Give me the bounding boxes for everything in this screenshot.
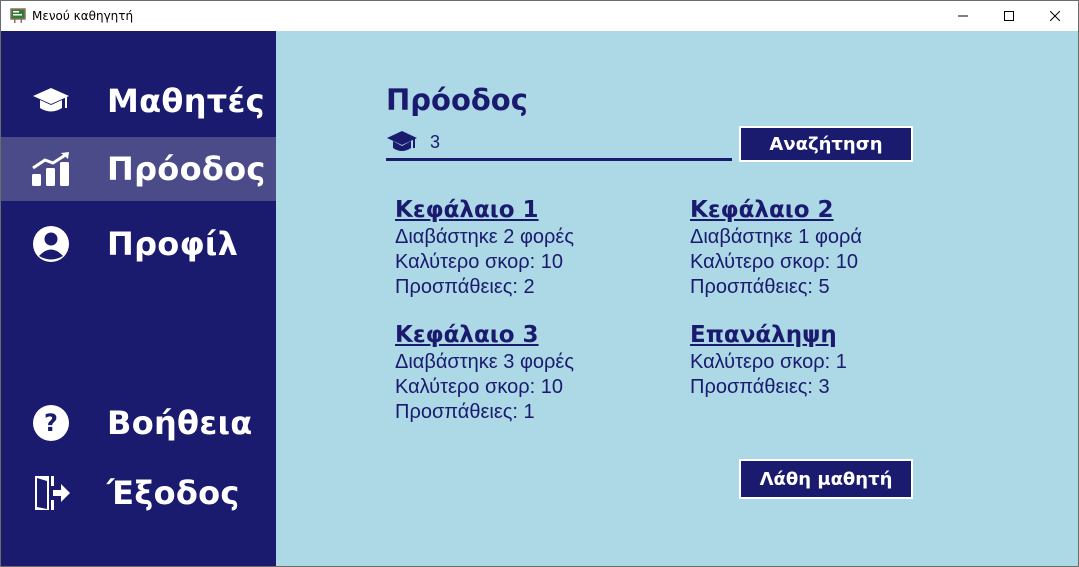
chart-bars-icon bbox=[31, 149, 71, 189]
chapter-card-3: Κεφάλαιο 3 Διαβάστηκε 3 φορές Καλύτερο σ… bbox=[395, 322, 574, 425]
close-button[interactable] bbox=[1032, 1, 1078, 31]
chapter-link[interactable]: Κεφάλαιο 2 bbox=[690, 197, 862, 223]
chapter-card-review: Επανάληψη Καλύτερο σκορ: 1 Προσπάθειες: … bbox=[690, 322, 847, 400]
sidebar-item-students[interactable]: Μαθητές bbox=[1, 69, 276, 133]
minimize-icon bbox=[958, 15, 968, 17]
app-icon bbox=[10, 8, 26, 23]
chapter-best-score: Καλύτερο σκορ: 10 bbox=[395, 376, 563, 398]
chapter-link[interactable]: Κεφάλαιο 1 bbox=[395, 197, 574, 223]
chapter-best-score: Καλύτερο σκορ: 10 bbox=[395, 251, 563, 273]
window-title: Μενού καθηγητή bbox=[32, 9, 134, 23]
student-mistakes-button[interactable]: Λάθη μαθητή bbox=[739, 459, 913, 499]
search-button[interactable]: Αναζήτηση bbox=[739, 126, 913, 162]
minimize-button[interactable] bbox=[940, 1, 986, 31]
graduation-cap-icon bbox=[387, 131, 417, 151]
maximize-button[interactable] bbox=[986, 1, 1032, 31]
chapter-reads: Διαβάστηκε 1 φορά bbox=[690, 226, 862, 248]
chapter-best-score: Καλύτερο σκορ: 10 bbox=[690, 251, 858, 273]
user-circle-icon bbox=[31, 224, 71, 264]
sidebar-item-help[interactable]: ? Βοήθεια bbox=[1, 391, 276, 455]
chapter-link[interactable]: Επανάληψη bbox=[690, 322, 847, 348]
main-panel: Πρόοδος Αναζήτηση Κεφάλαιο 1 Διαβάστηκε … bbox=[276, 31, 1078, 566]
chapter-attempts: Προσπάθειες: 2 bbox=[395, 276, 535, 298]
sidebar-item-progress[interactable]: Πρόοδος bbox=[1, 137, 276, 201]
title-bar: Μενού καθηγητή bbox=[1, 1, 1078, 31]
close-icon bbox=[1050, 11, 1060, 21]
exit-door-icon bbox=[31, 473, 71, 513]
question-circle-icon: ? bbox=[31, 403, 71, 443]
page-title: Πρόοδος bbox=[386, 83, 528, 117]
chapter-reads: Διαβάστηκε 3 φορές bbox=[395, 351, 574, 373]
sidebar-item-label: Έξοδος bbox=[107, 474, 240, 512]
chapter-reads: Διαβάστηκε 2 φορές bbox=[395, 226, 574, 248]
chapter-attempts: Προσπάθειες: 5 bbox=[690, 276, 830, 298]
sidebar: Μαθητές Πρόοδος Προφίλ ? Βοήθεια Έξοδος bbox=[1, 31, 276, 566]
sidebar-item-exit[interactable]: Έξοδος bbox=[1, 461, 276, 525]
chapter-attempts: Προσπάθειες: 3 bbox=[690, 376, 830, 398]
chapter-card-2: Κεφάλαιο 2 Διαβάστηκε 1 φορά Καλύτερο σκ… bbox=[690, 197, 862, 300]
chapter-best-score: Καλύτερο σκορ: 1 bbox=[690, 351, 847, 373]
sidebar-item-label: Βοήθεια bbox=[107, 404, 253, 442]
chapter-attempts: Προσπάθειες: 1 bbox=[395, 401, 535, 423]
sidebar-item-label: Προφίλ bbox=[107, 225, 239, 263]
app-window: Μενού καθηγητή Μαθητές Πρόοδος Προφίλ ? … bbox=[0, 0, 1079, 567]
search-box bbox=[386, 128, 732, 161]
svg-text:?: ? bbox=[44, 409, 58, 437]
chapter-link[interactable]: Κεφάλαιο 3 bbox=[395, 322, 574, 348]
chapter-card-1: Κεφάλαιο 1 Διαβάστηκε 2 φορές Καλύτερο σ… bbox=[395, 197, 574, 300]
sidebar-item-label: Μαθητές bbox=[107, 82, 265, 120]
graduation-cap-icon bbox=[31, 81, 71, 121]
sidebar-item-profile[interactable]: Προφίλ bbox=[1, 212, 276, 276]
sidebar-item-label: Πρόοδος bbox=[107, 150, 266, 188]
maximize-icon bbox=[1004, 11, 1014, 21]
search-input[interactable] bbox=[430, 130, 720, 154]
